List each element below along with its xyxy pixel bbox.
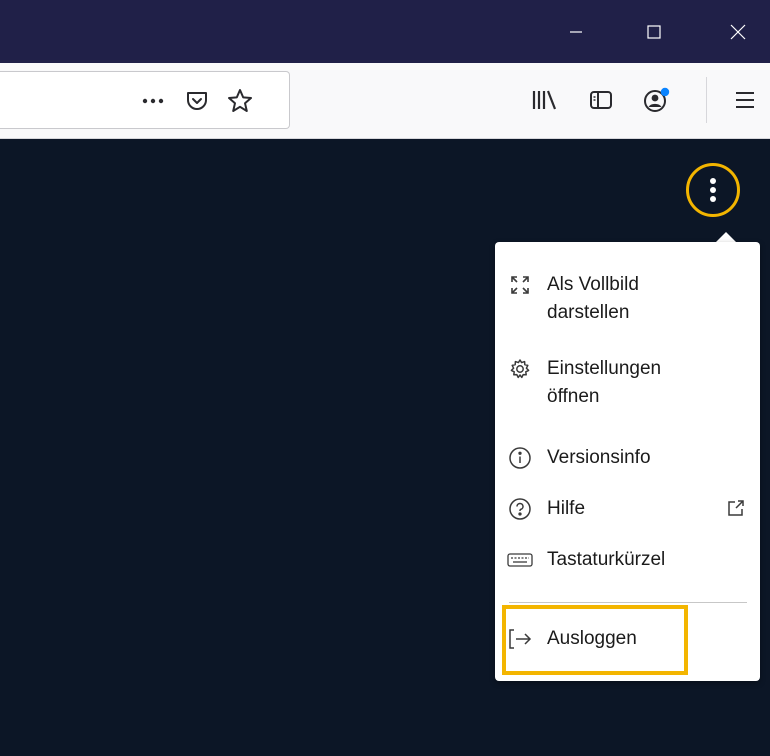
more-horizontal-icon [142, 98, 164, 104]
minimize-icon [570, 30, 582, 33]
menu-item-label: Einstellungen öffnen [547, 358, 662, 407]
menu-item-label: Tastaturkürzel [547, 549, 666, 570]
window-titlebar [0, 0, 770, 63]
library-icon [532, 90, 557, 110]
menu-item-label: Versionsinfo [547, 447, 651, 468]
menu-item-label: Hilfe [547, 498, 586, 519]
star-icon [228, 89, 252, 112]
menu-item-label: Als Vollbild darstellen [547, 274, 639, 323]
menu-item-settings[interactable]: Einstellungen öffnen [495, 355, 760, 425]
account-icon [644, 87, 670, 112]
logout-icon [507, 626, 533, 652]
fullscreen-icon [507, 272, 533, 298]
browser-toolbar [0, 63, 770, 139]
menu-item-help[interactable]: Hilfe [495, 495, 760, 525]
app-dropdown-menu: Als Vollbild darstellen Einstellungen öf… [495, 242, 760, 681]
menu-item-keyboard-shortcuts[interactable]: Tastaturkürzel [495, 546, 760, 576]
url-bar[interactable] [0, 71, 290, 129]
info-icon [507, 445, 533, 471]
maximize-button[interactable] [626, 0, 682, 63]
open-menu-button[interactable] [728, 83, 762, 117]
vertical-dots-icon [710, 178, 716, 202]
bookmark-star-button[interactable] [222, 83, 258, 119]
close-button[interactable] [710, 0, 766, 63]
minimize-button[interactable] [548, 0, 604, 63]
menu-item-fullscreen[interactable]: Als Vollbild darstellen [495, 271, 760, 341]
pocket-button[interactable] [180, 84, 214, 118]
account-button[interactable] [638, 81, 676, 119]
menu-divider [509, 602, 747, 603]
menu-item-version-info[interactable]: Versionsinfo [495, 444, 760, 474]
library-button[interactable] [527, 83, 561, 117]
hamburger-menu-icon [736, 92, 754, 108]
close-icon [730, 24, 746, 39]
pocket-icon [187, 92, 207, 110]
account-badge [660, 87, 670, 97]
keyboard-icon [507, 547, 533, 573]
maximize-icon [647, 24, 661, 39]
sidebar-button[interactable] [584, 83, 618, 117]
app-menu-button[interactable] [686, 163, 740, 217]
toolbar-separator [706, 77, 707, 123]
help-icon [507, 496, 533, 522]
menu-item-logout[interactable]: Ausloggen [495, 625, 760, 655]
sidebar-icon [590, 91, 612, 109]
external-link-icon [724, 496, 748, 520]
page-actions-button[interactable] [138, 86, 168, 116]
menu-item-label: Ausloggen [547, 628, 637, 649]
gear-icon [507, 356, 533, 382]
